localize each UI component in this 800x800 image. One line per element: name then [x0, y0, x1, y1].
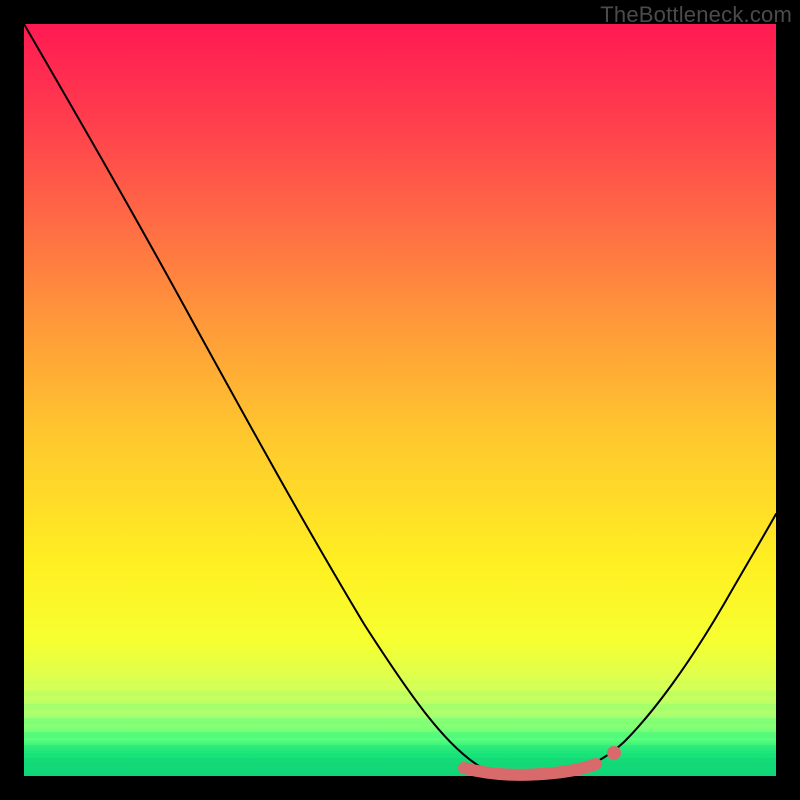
watermark-text: TheBottleneck.com: [600, 2, 792, 28]
optimal-range-highlight: [464, 764, 596, 775]
chart-svg: [24, 24, 776, 776]
optimal-range-end-marker: [607, 746, 621, 760]
chart-frame: [24, 24, 776, 776]
bottleneck-curve: [24, 24, 776, 774]
